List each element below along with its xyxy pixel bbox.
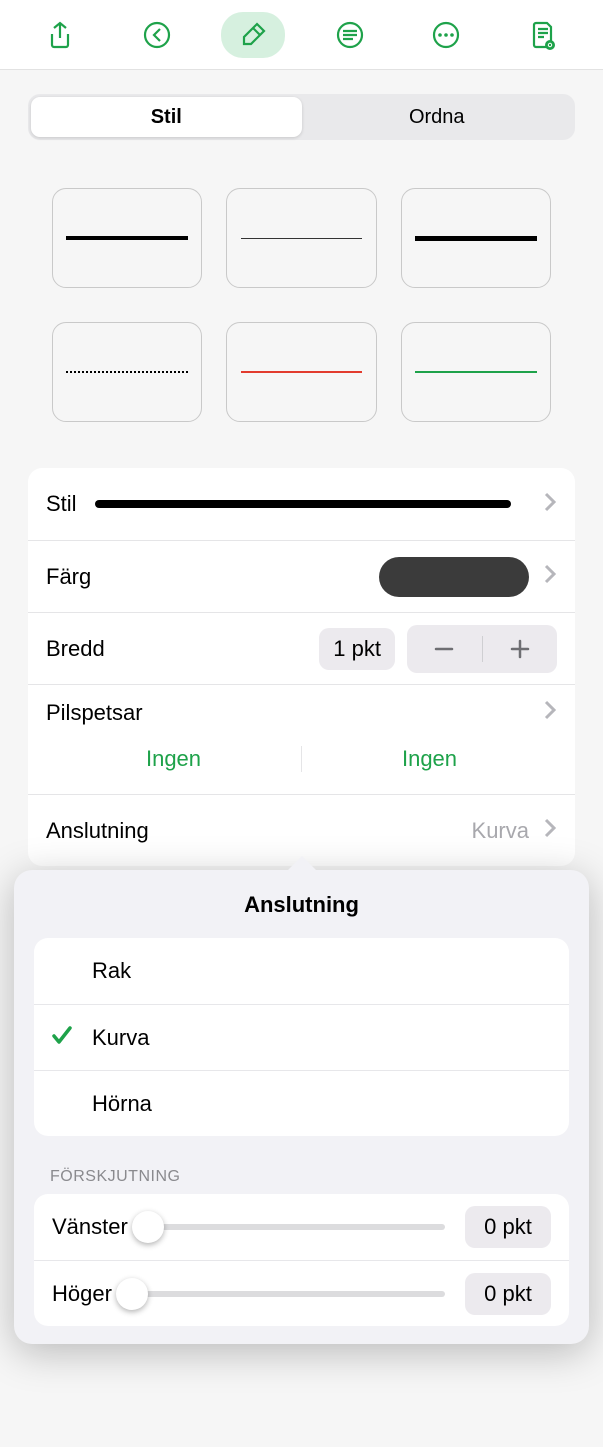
connection-popover: Anslutning Rak Kurva Hörna FÖRSKJUTNING … [14,870,589,1344]
arrowhead-values: Ingen Ingen [46,746,557,772]
offset-left-row: Vänster 0 pkt [34,1194,569,1260]
stroke-preview [95,500,511,508]
preset-line-4[interactable] [52,322,202,422]
share-button[interactable] [28,12,92,58]
slider-thumb[interactable] [116,1278,148,1310]
text-button[interactable] [318,12,382,58]
width-value[interactable]: 1 pkt [319,628,395,670]
row-stroke-style[interactable]: Stil [28,468,575,540]
connection-option-horna[interactable]: Hörna [34,1070,569,1136]
format-panel: Stil Ordna Stil Färg Bredd 1 pkt [0,70,603,866]
preset-line-2[interactable] [226,188,376,288]
chevron-right-icon [543,491,557,518]
width-decrement[interactable] [407,638,482,660]
offset-right-row: Höger 0 pkt [34,1260,569,1326]
preset-line-3[interactable] [401,188,551,288]
connection-option-kurva[interactable]: Kurva [34,1004,569,1070]
preset-line-1[interactable] [52,188,202,288]
label-width: Bredd [46,636,105,662]
offset-right-value[interactable]: 0 pkt [465,1273,551,1315]
chevron-right-icon [543,699,557,726]
more-button[interactable] [414,12,478,58]
connection-option-rak[interactable]: Rak [34,938,569,1004]
checkmark-icon [50,1023,74,1053]
chevron-right-icon [543,817,557,844]
line-settings-panel: Stil Färg Bredd 1 pkt Pilspetsar I [28,468,575,866]
undo-button[interactable] [125,12,189,58]
label-connection: Anslutning [46,818,149,844]
preset-line-5[interactable] [226,322,376,422]
connection-options-list: Rak Kurva Hörna [34,938,569,1136]
label-arrowheads: Pilspetsar [46,700,143,726]
connection-value: Kurva [472,818,529,844]
color-swatch[interactable] [379,557,529,597]
toolbar [0,0,603,70]
arrowhead-right-value: Ingen [302,746,557,772]
offset-left-label: Vänster [52,1214,128,1240]
document-view-button[interactable] [511,12,575,58]
row-arrowheads[interactable]: Pilspetsar Ingen Ingen [28,684,575,794]
option-label: Kurva [92,1025,149,1051]
tab-style[interactable]: Stil [31,97,302,137]
offset-right-label: Höger [52,1281,112,1307]
row-width: Bredd 1 pkt [28,612,575,684]
arrowhead-left-value: Ingen [46,746,301,772]
chevron-right-icon [543,563,557,590]
popover-title: Anslutning [14,870,589,938]
slider-thumb[interactable] [132,1211,164,1243]
offset-list: Vänster 0 pkt Höger 0 pkt [34,1194,569,1326]
line-style-presets [28,188,575,422]
width-increment[interactable] [483,638,558,660]
preset-line-6[interactable] [401,322,551,422]
width-stepper [407,625,557,673]
offset-right-slider[interactable] [132,1291,445,1297]
offset-section-header: FÖRSKJUTNING [50,1168,553,1186]
row-color[interactable]: Färg [28,540,575,612]
label-color: Färg [46,564,91,590]
option-label: Hörna [92,1091,152,1117]
format-button[interactable] [221,12,285,58]
segmented-control: Stil Ordna [28,94,575,140]
label-stroke-style: Stil [46,491,77,517]
offset-left-slider[interactable] [148,1224,445,1230]
offset-left-value[interactable]: 0 pkt [465,1206,551,1248]
tab-arrange[interactable]: Ordna [302,97,573,137]
option-label: Rak [92,958,131,984]
